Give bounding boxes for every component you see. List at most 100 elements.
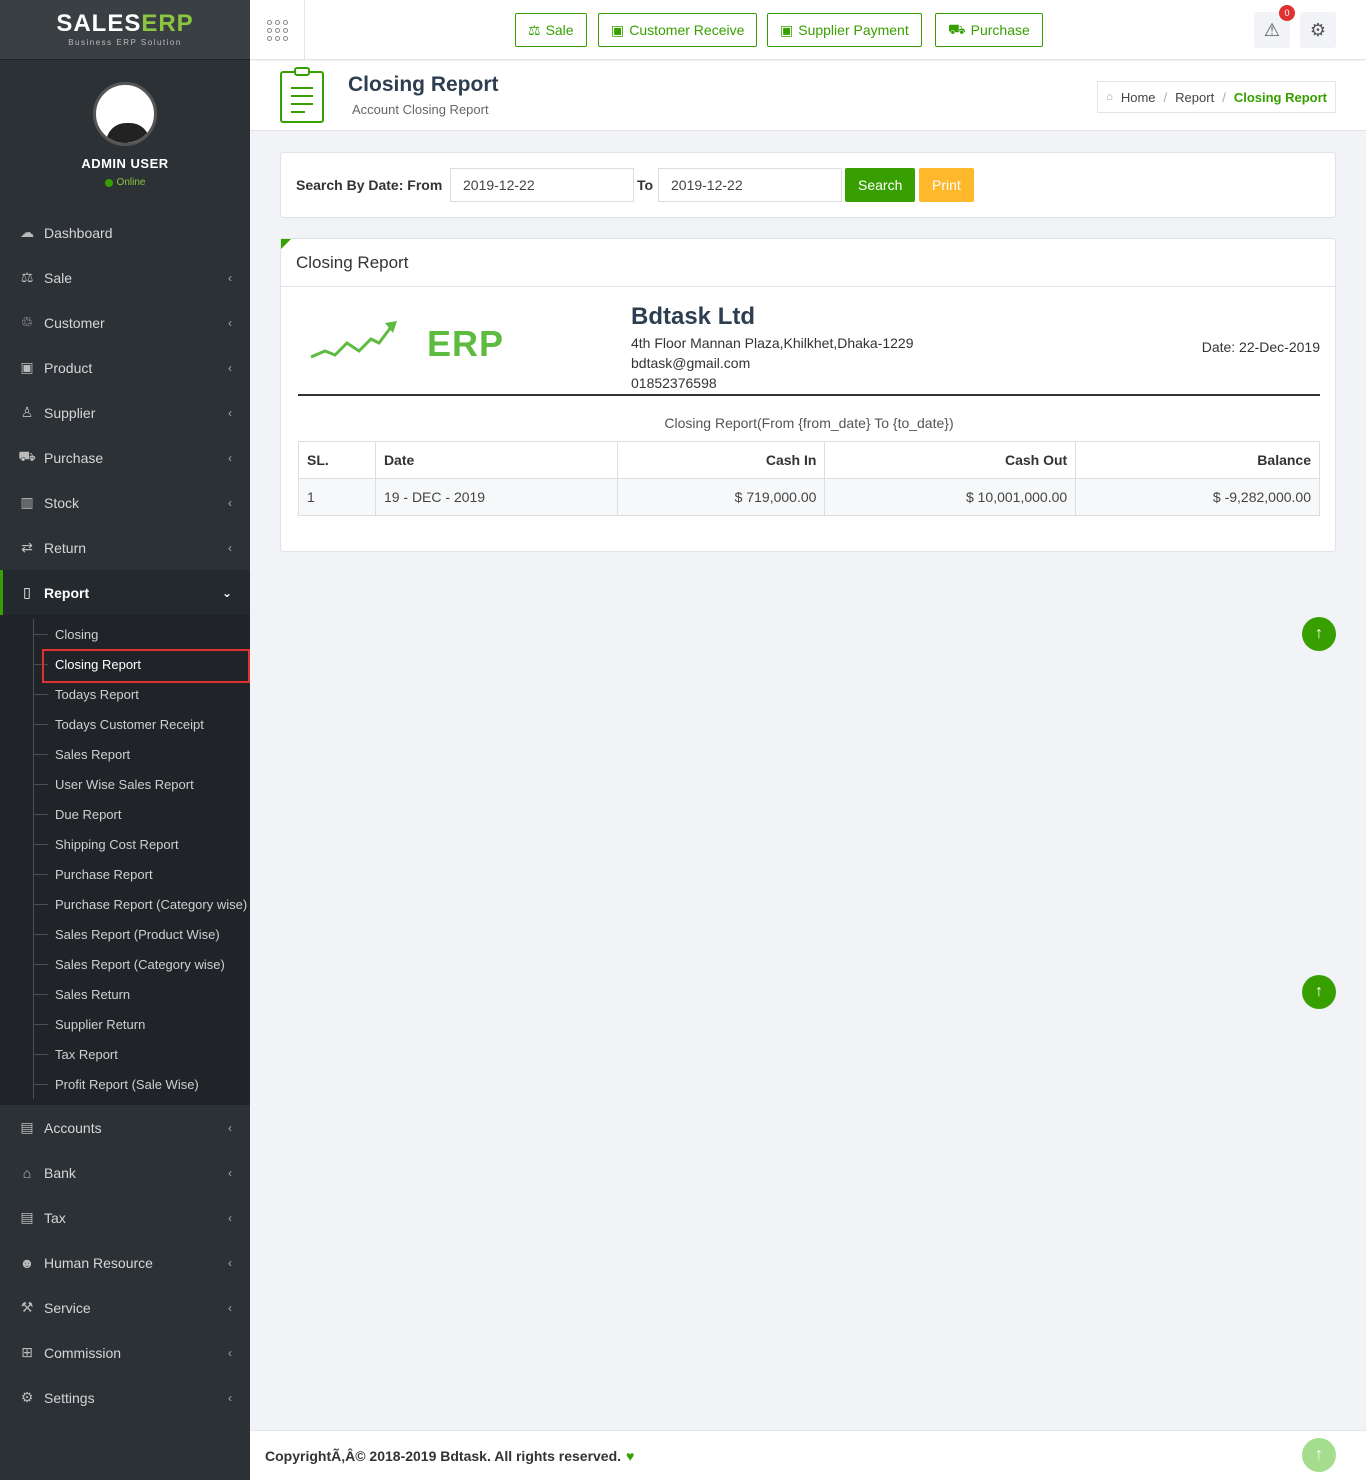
user-name: ADMIN USER	[81, 156, 169, 171]
apps-grid-icon	[266, 19, 288, 41]
submenu-item-shipping-cost-report[interactable]: Shipping Cost Report	[0, 829, 250, 859]
chevron-left-icon: ‹	[228, 1210, 232, 1225]
retweet-icon: ⇄	[21, 539, 33, 555]
copyright-text: CopyrightÃ‚Â© 2018-2019 Bdtask. All righ…	[265, 1447, 622, 1464]
chevron-left-icon: ‹	[228, 270, 232, 285]
notification-badge: 0	[1279, 5, 1295, 21]
sidebar-item-product[interactable]: ▣ Product ‹	[0, 345, 250, 390]
chevron-left-icon: ‹	[228, 1390, 232, 1405]
logo-text: ERP	[427, 323, 505, 364]
submenu-item-sales-return[interactable]: Sales Return	[0, 979, 250, 1009]
quick-customer-receive-button[interactable]: ▣ Customer Receive	[598, 13, 758, 47]
page-subtitle: Account Closing Report	[352, 102, 489, 117]
submenu-item-purchase-report[interactable]: Purchase Report	[0, 859, 250, 889]
settings-button[interactable]: ⚙	[1300, 12, 1336, 48]
breadcrumb-home[interactable]: Home	[1121, 90, 1156, 105]
sidebar-item-stock[interactable]: ▥ Stock ‹	[0, 480, 250, 525]
column-header-date: Date	[374, 441, 618, 479]
print-button[interactable]: Print	[919, 168, 974, 202]
cart-icon: ⛟	[18, 448, 36, 464]
bag-icon: ▣	[20, 359, 34, 375]
grid-icon: ⊞	[21, 1344, 33, 1360]
bar-chart-icon: ▥	[20, 494, 34, 510]
submenu-item-todays-customer-receipt[interactable]: Todays Customer Receipt	[0, 709, 250, 739]
quick-purchase-button[interactable]: ⛟ Purchase	[935, 13, 1043, 47]
company-phone: 01852376598	[631, 375, 717, 391]
sidebar-item-settings[interactable]: ⚙ Settings ‹	[0, 1375, 250, 1420]
bank-icon: ⌂	[22, 1164, 32, 1181]
apps-grid-button[interactable]	[250, 0, 305, 60]
sidebar-item-human-resource[interactable]: ☻ Human Resource ‹	[0, 1240, 250, 1285]
to-date-input[interactable]	[658, 168, 842, 202]
report-panel: Closing Report ERP Bdtask Ltd 4th Floor …	[280, 238, 1336, 552]
chevron-left-icon: ‹	[228, 495, 232, 510]
warning-icon: ⚠	[1263, 19, 1281, 40]
footer: CopyrightÃ‚Â© 2018-2019 Bdtask. All righ…	[250, 1430, 1366, 1480]
to-date-label: To	[637, 177, 654, 193]
sidebar-item-accounts[interactable]: ▤ Accounts ‹	[0, 1105, 250, 1150]
dashboard-icon: ☁	[20, 224, 34, 240]
sidebar-item-purchase[interactable]: ⛟ Purchase ‹	[0, 435, 250, 480]
sidebar-item-supplier[interactable]: ♙ Supplier ‹	[0, 390, 250, 435]
clipboard-icon	[280, 67, 324, 123]
sidebar-item-customer[interactable]: ♲ Customer ‹	[0, 300, 250, 345]
submenu-item-purchase-report-category[interactable]: Purchase Report (Category wise)	[0, 889, 250, 919]
avatar	[93, 82, 157, 146]
sidebar-item-tax[interactable]: ▤ Tax ‹	[0, 1195, 250, 1240]
sidebar: SALESERP Business ERP Solution ADMIN USE…	[0, 0, 250, 1480]
search-button[interactable]: Search	[845, 168, 916, 202]
money-icon: ▤	[20, 1209, 34, 1225]
scroll-top-button[interactable]: ↑	[1302, 975, 1336, 1009]
notification-button[interactable]: ⚠ 0	[1254, 5, 1295, 48]
logo[interactable]: SALESERP Business ERP Solution	[0, 0, 250, 60]
column-header-sl: SL.	[298, 441, 376, 479]
logo-main: SALES	[56, 10, 142, 37]
chevron-left-icon: ‹	[228, 1165, 232, 1180]
cell-cash-in: $ 719,000.00	[616, 478, 826, 516]
arrow-up-icon: ↑	[1315, 625, 1323, 642]
users-icon: ☻	[19, 1254, 35, 1271]
report-submenu: Closing Closing Report Todays Report Tod…	[0, 615, 250, 1105]
submenu-item-closing[interactable]: Closing	[0, 619, 250, 649]
chevron-left-icon: ‹	[228, 540, 232, 555]
submenu-item-profit-report[interactable]: Profit Report (Sale Wise)	[0, 1069, 250, 1099]
balance-scale-icon: ⚖	[528, 21, 541, 38]
quick-supplier-payment-button[interactable]: ▣ Supplier Payment	[767, 13, 922, 47]
scroll-top-button[interactable]: ↑	[1302, 1438, 1336, 1472]
sidebar-item-bank[interactable]: ⌂ Bank ‹	[0, 1150, 250, 1195]
sidebar-item-return[interactable]: ⇄ Return ‹	[0, 525, 250, 570]
sidebar-item-commission[interactable]: ⊞ Commission ‹	[0, 1330, 250, 1375]
submenu-item-supplier-return[interactable]: Supplier Return	[0, 1009, 250, 1039]
submenu-item-tax-report[interactable]: Tax Report	[0, 1039, 250, 1069]
table-header-row: SL. Date Cash In Cash Out Balance	[298, 441, 1320, 479]
submenu-item-sales-report[interactable]: Sales Report	[0, 739, 250, 769]
sidebar-item-sale[interactable]: ⚖ Sale ‹	[0, 255, 250, 300]
submenu-item-sales-report-category[interactable]: Sales Report (Category wise)	[0, 949, 250, 979]
submenu-item-todays-report[interactable]: Todays Report	[0, 679, 250, 709]
quick-sale-button[interactable]: ⚖ Sale	[515, 13, 587, 47]
cell-balance: $ -9,282,000.00	[1075, 478, 1320, 516]
company-name: Bdtask Ltd	[631, 303, 756, 330]
breadcrumb-report[interactable]: Report	[1175, 90, 1214, 105]
arrow-up-icon: ↑	[1315, 983, 1323, 1000]
scroll-top-button[interactable]: ↑	[1302, 617, 1336, 651]
chevron-left-icon: ‹	[228, 315, 232, 330]
user-panel: ADMIN USER Online	[0, 60, 250, 210]
page-title: Closing Report	[348, 73, 499, 96]
money-icon: ▣	[780, 21, 794, 38]
cart-icon: ⛟	[948, 20, 966, 37]
report-caption: Closing Report(From {from_date} To {to_d…	[664, 415, 954, 431]
user-icon: ♙	[20, 404, 34, 420]
sidebar-item-report[interactable]: ▯ Report ⌄	[0, 570, 250, 615]
submenu-item-due-report[interactable]: Due Report	[0, 799, 250, 829]
report-date: Date: 22-Dec-2019	[1201, 339, 1320, 355]
report-panel-title: Closing Report	[281, 239, 1335, 287]
submenu-item-closing-report[interactable]: Closing Report	[0, 649, 250, 683]
submenu-item-user-wise-sales-report[interactable]: User Wise Sales Report	[0, 769, 250, 799]
cell-date: 19 - DEC - 2019	[374, 478, 618, 516]
from-date-input[interactable]	[450, 168, 634, 202]
submenu-item-sales-report-product[interactable]: Sales Report (Product Wise)	[0, 919, 250, 949]
sidebar-item-service[interactable]: ⚒ Service ‹	[0, 1285, 250, 1330]
arrow-up-icon: ↑	[1315, 1446, 1323, 1463]
sidebar-item-dashboard[interactable]: ☁ Dashboard	[0, 210, 250, 255]
